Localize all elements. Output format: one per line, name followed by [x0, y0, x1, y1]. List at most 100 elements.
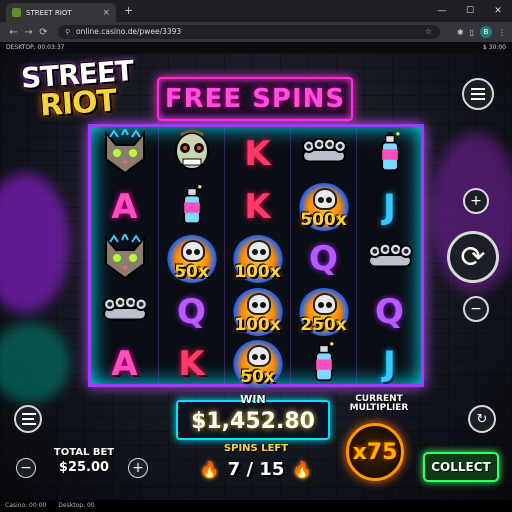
reel-symbol: 500x [291, 181, 356, 233]
address-bar-row: ← → ⟳ ⚲ online.casino.de/pwee/3393 ☆ ✱ ▯… [0, 22, 512, 42]
reel-symbol [92, 286, 157, 338]
letter-j-symbol: J [383, 344, 396, 384]
reel-symbol: A [92, 338, 157, 390]
reel-symbol: Q [159, 286, 224, 338]
skull-multiplier-value: 50x [174, 262, 209, 282]
reel-symbol: K [159, 338, 224, 390]
letter-q-symbol: Q [309, 239, 338, 279]
status-right: $ 30:00 [482, 44, 506, 51]
bet-decrease-button[interactable]: − [463, 296, 489, 322]
settings-menu-button[interactable] [14, 405, 42, 433]
forward-button[interactable]: → [21, 27, 36, 38]
browser-tab-bar: STREET RIOT × + — ☐ ✕ [0, 0, 512, 22]
free-spins-title: FREE SPINS [164, 84, 346, 114]
letter-a-symbol: A [111, 186, 138, 227]
skull-icon [312, 292, 337, 315]
reel-symbol [357, 128, 422, 180]
fire-icon: 🔥 [292, 459, 313, 479]
footer-desktop: Desktop: 00 [58, 502, 95, 509]
url-input[interactable]: ⚲ online.casino.de/pwee/3393 ☆ [58, 25, 440, 39]
reel-symbol: 50x [225, 338, 290, 390]
total-bet-plus-button[interactable]: + [128, 458, 148, 478]
back-button[interactable]: ← [6, 27, 21, 38]
bookmark-star-icon[interactable]: ☆ [425, 25, 432, 39]
minus-icon: − [470, 301, 482, 317]
extension-icons: ✱ ▯ B ⋮ [457, 26, 506, 38]
reel-4: 500x Q 250x [290, 127, 357, 384]
skull-multiplier-value: 100x [234, 262, 281, 282]
free-spins-banner: FREE SPINS [157, 77, 353, 121]
bet-increase-button[interactable]: + [463, 188, 489, 214]
lock-icon: ⚲ [65, 28, 71, 36]
skull-icon [246, 292, 271, 315]
skull-multiplier-value: 500x [300, 209, 347, 230]
autoplay-button[interactable]: ↻ [468, 405, 496, 433]
skull-multiplier-symbol: 100x [227, 287, 289, 337]
zombie-skull-symbol [167, 129, 217, 179]
multiplier-label: CURRENT MULTIPLIER [349, 394, 409, 414]
reel-5: JQJ [356, 127, 423, 384]
reel-symbol [159, 128, 224, 180]
new-tab-button[interactable]: + [124, 4, 133, 17]
reel-symbol: Q [291, 233, 356, 285]
skull-multiplier-symbol: 50x [161, 234, 223, 284]
reload-button[interactable]: ⟳ [36, 27, 51, 38]
game-canvas: STREET RIOT FREE SPINS A A 50x Q K K K 100x 100x… [0, 53, 512, 500]
menu-button[interactable] [462, 78, 494, 110]
skull-multiplier-symbol: 500x [293, 182, 355, 232]
maximize-button[interactable]: ☐ [456, 0, 484, 22]
plus-icon: + [470, 193, 482, 209]
total-bet-value: $25.00 [58, 460, 110, 475]
reel-symbol [92, 126, 157, 180]
collect-button[interactable]: COLLECT [423, 452, 499, 482]
more-options-icon[interactable]: ⋮ [498, 28, 506, 37]
reel-symbol [159, 181, 224, 233]
reel-symbol: K [225, 181, 290, 233]
spray-can-symbol [377, 129, 403, 179]
footer-casino: Casino: 00:00 [5, 502, 47, 509]
close-tab-icon[interactable]: × [102, 8, 110, 18]
spins-left-value: 7 / 15 [227, 458, 285, 480]
multiplier-value: x75 [352, 439, 398, 465]
letter-k-symbol: K [244, 186, 271, 227]
letter-k-symbol: K [178, 344, 205, 384]
reel-symbol: 100x [225, 233, 290, 285]
spray-can-symbol [311, 339, 337, 389]
letter-j-symbol: J [383, 186, 396, 227]
reel-2: 50x Q K [158, 127, 225, 384]
letter-a-symbol: A [111, 344, 138, 384]
reel-symbol [291, 128, 356, 180]
skull-icon [312, 187, 337, 210]
status-line: DESKTOP, 00:03:37 $ 30:00 [0, 42, 512, 53]
autoplay-icon: ↻ [476, 411, 488, 427]
total-bet-label: TOTAL BET [53, 447, 115, 458]
spray-can-symbol [179, 182, 205, 232]
cat-punk-symbol [100, 231, 150, 284]
extensions-icon[interactable]: ✱ [457, 28, 464, 37]
sidebar-icon[interactable]: ▯ [470, 28, 474, 37]
reel-symbol: J [357, 181, 422, 233]
reel-symbol: 250x [291, 286, 356, 338]
profile-avatar[interactable]: B [480, 26, 492, 38]
total-bet-minus-button[interactable]: − [16, 458, 36, 478]
reel-symbol: K [225, 128, 290, 180]
multiplier-badge: x75 [346, 423, 404, 481]
spin-button[interactable]: ⟳ [447, 231, 499, 283]
hamburger-icon [471, 88, 485, 100]
letter-k-symbol: K [244, 134, 271, 174]
browser-tab[interactable]: STREET RIOT × [6, 3, 116, 22]
reel-symbol [357, 233, 422, 285]
brass-knuckles-symbol [363, 238, 417, 280]
hamburger-icon [22, 413, 36, 425]
skull-icon [246, 240, 271, 262]
spins-left-label: SPINS LEFT [223, 443, 289, 454]
tab-title: STREET RIOT [26, 8, 72, 17]
brass-knuckles-symbol [98, 291, 152, 333]
status-left: DESKTOP, 00:03:37 [6, 44, 65, 51]
minimize-button[interactable]: — [428, 0, 456, 22]
spins-left-display: 🔥 7 / 15 🔥 [196, 456, 316, 482]
skull-multiplier-symbol: 100x [227, 234, 289, 284]
letter-q-symbol: Q [177, 291, 206, 332]
url-text: online.casino.de/pwee/3393 [76, 27, 182, 36]
close-window-button[interactable]: ✕ [484, 0, 512, 22]
